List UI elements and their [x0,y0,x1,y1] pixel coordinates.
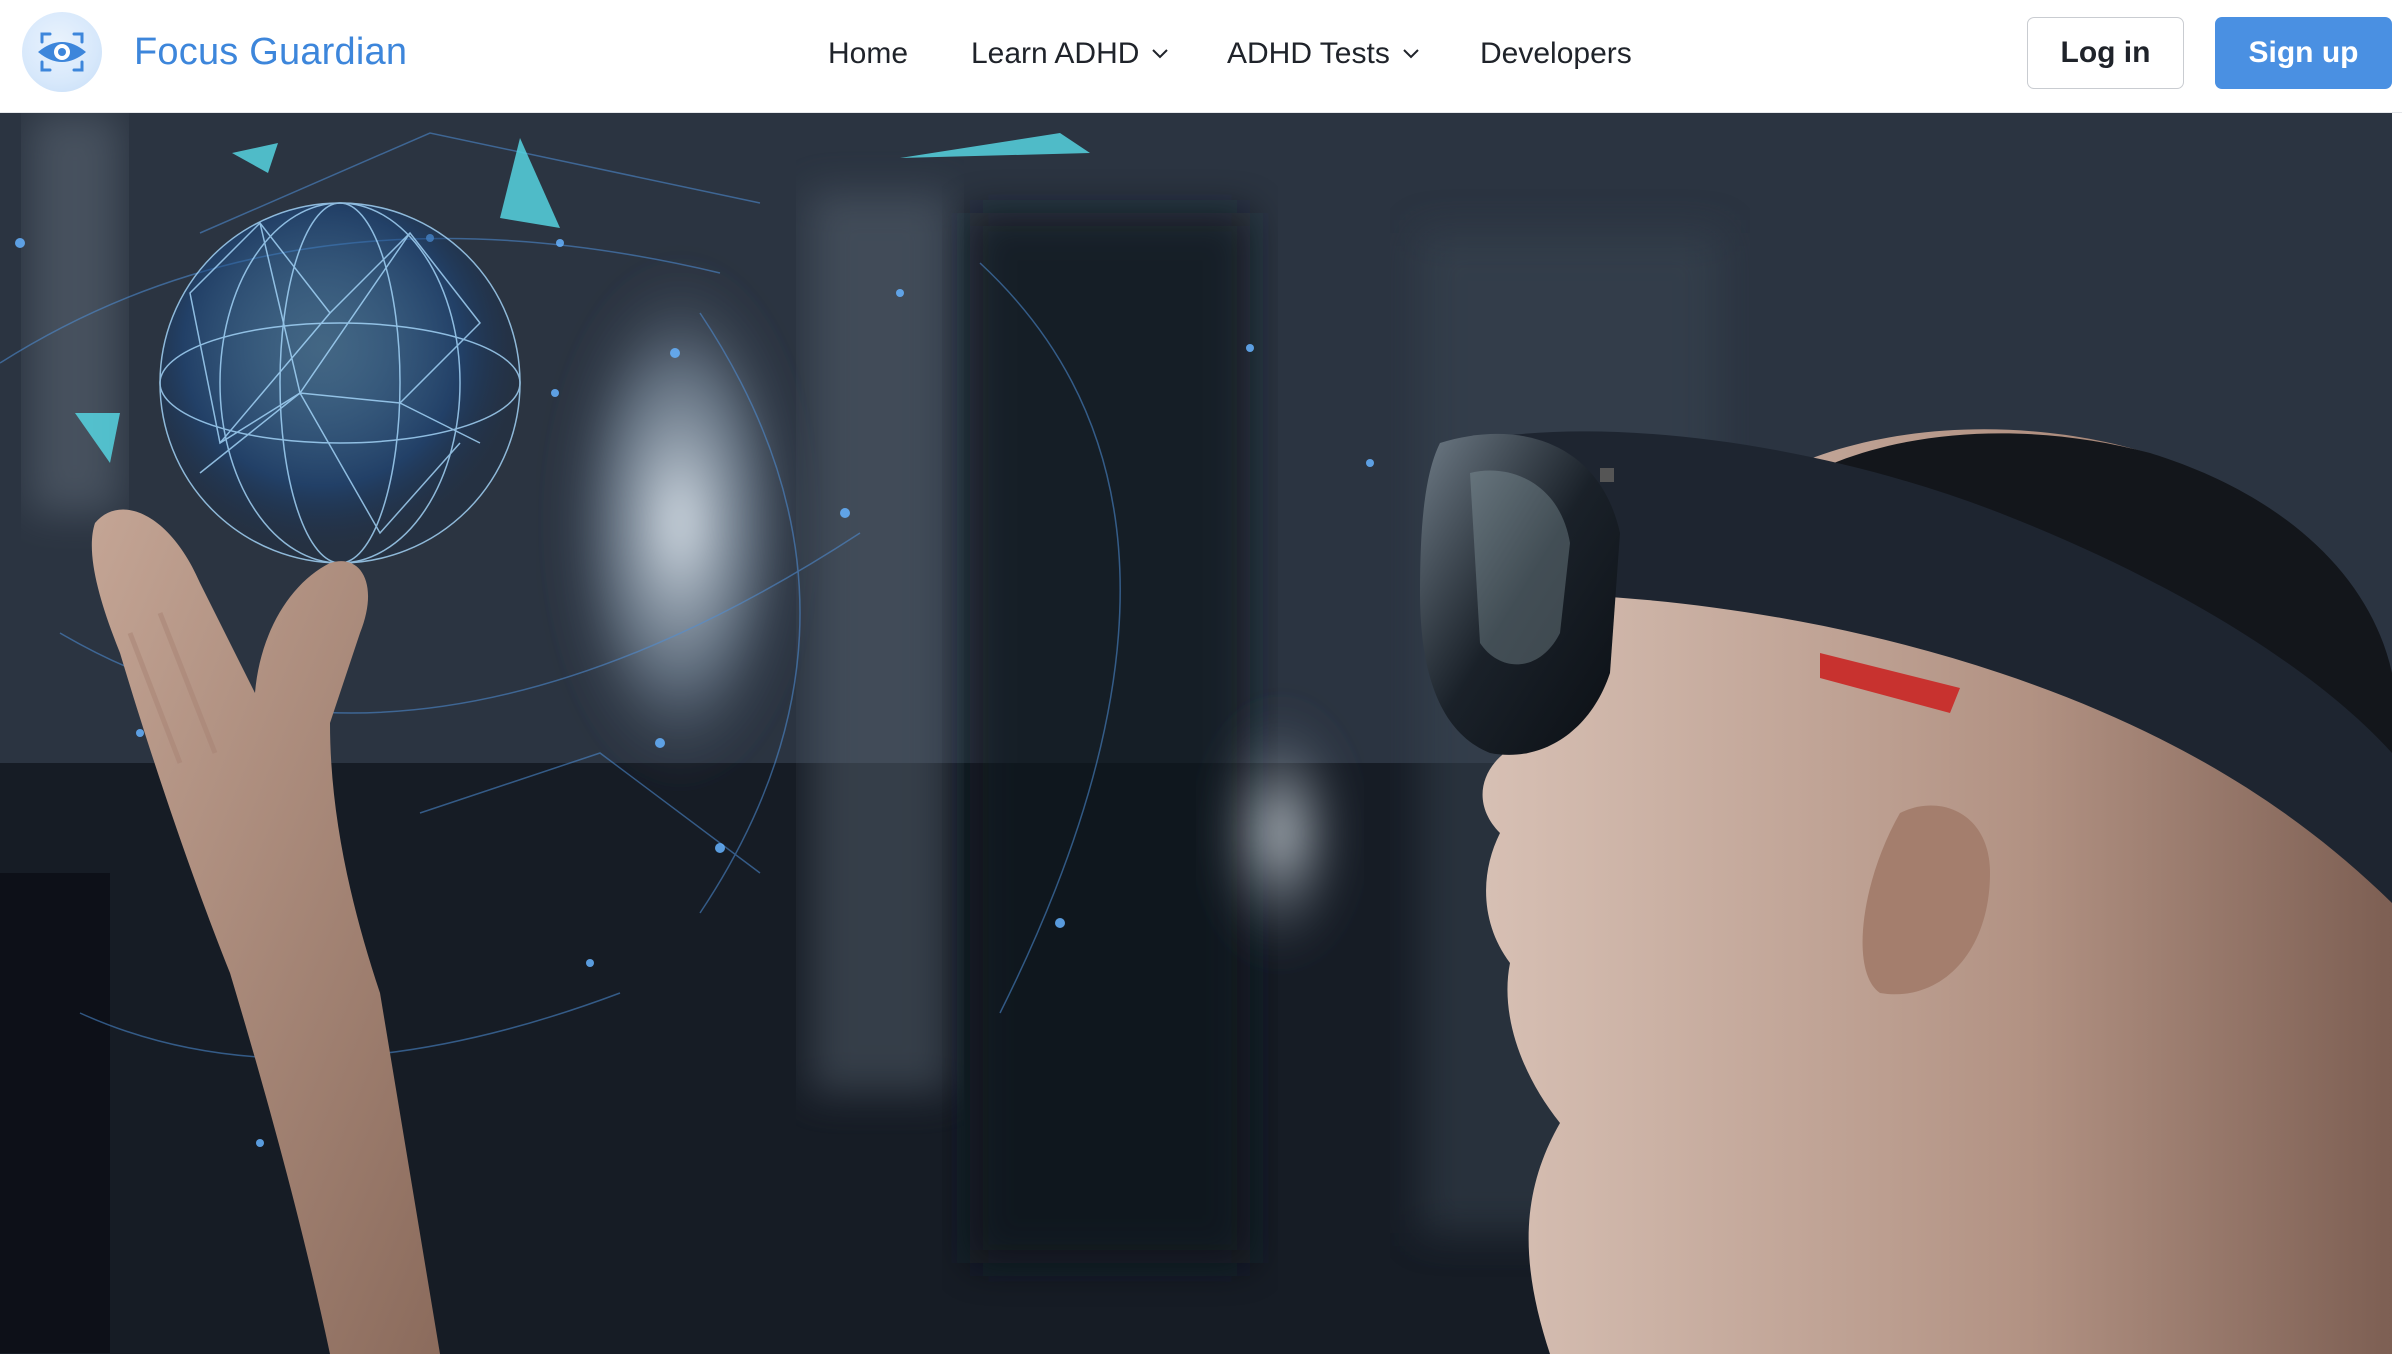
chevron-down-icon [1152,49,1169,59]
nav-adhd-tests-label: ADHD Tests [1227,37,1390,70]
brand-name[interactable]: Focus Guardian [134,28,407,76]
nav-learn-adhd[interactable]: Learn ADHD [971,30,1169,78]
hero-image [0,113,2392,1354]
nav-adhd-tests[interactable]: ADHD Tests [1227,30,1420,78]
nav-learn-adhd-label: Learn ADHD [971,37,1140,70]
nav-developers[interactable]: Developers [1480,30,1632,78]
eye-focus-icon[interactable] [22,12,102,92]
chevron-down-icon [1403,49,1419,59]
signup-button[interactable]: Sign up [2215,17,2392,89]
login-button[interactable]: Log in [2027,17,2184,89]
nav-home[interactable]: Home [828,30,908,78]
nav-developers-label: Developers [1480,37,1632,70]
top-navigation-bar: Focus Guardian Home Learn ADHD ADHD Test… [0,0,2402,113]
nav-home-label: Home [828,37,909,70]
page-right-edge [2392,113,2402,1354]
